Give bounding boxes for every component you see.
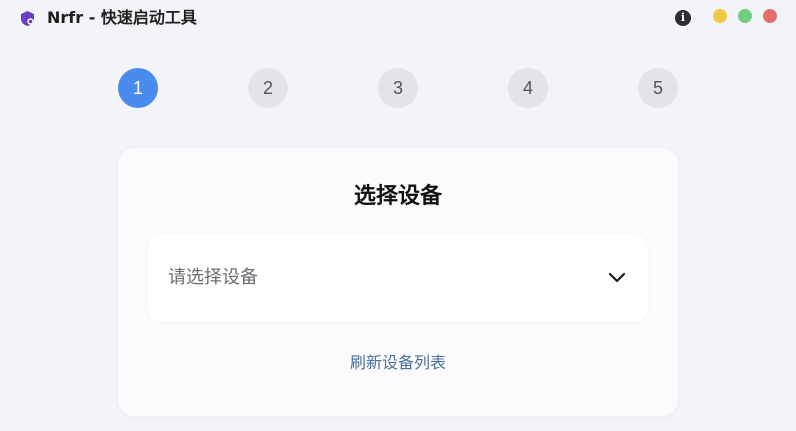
minimize-button[interactable]	[713, 9, 727, 23]
title-bar: Nrfr - 快速启动工具 i	[0, 0, 796, 36]
app-logo-icon	[21, 11, 34, 26]
info-button[interactable]: i	[675, 10, 691, 26]
info-icon: i	[680, 11, 686, 24]
device-card: 选择设备 请选择设备 刷新设备列表	[118, 148, 678, 416]
app-title: Nrfr - 快速启动工具	[47, 8, 197, 27]
device-select-placeholder: 请选择设备	[168, 267, 258, 288]
step-4[interactable]: 4	[508, 68, 548, 108]
maximize-button[interactable]	[738, 9, 752, 23]
step-5[interactable]: 5	[638, 68, 678, 108]
close-button[interactable]	[763, 9, 777, 23]
refresh-device-list-link[interactable]: 刷新设备列表	[118, 352, 678, 374]
step-2[interactable]: 2	[248, 68, 288, 108]
device-select[interactable]: 请选择设备	[148, 234, 648, 322]
card-title: 选择设备	[353, 184, 442, 209]
step-1[interactable]: 1	[118, 68, 158, 108]
chevron-down-icon	[608, 272, 626, 283]
step-3[interactable]: 3	[378, 68, 418, 108]
